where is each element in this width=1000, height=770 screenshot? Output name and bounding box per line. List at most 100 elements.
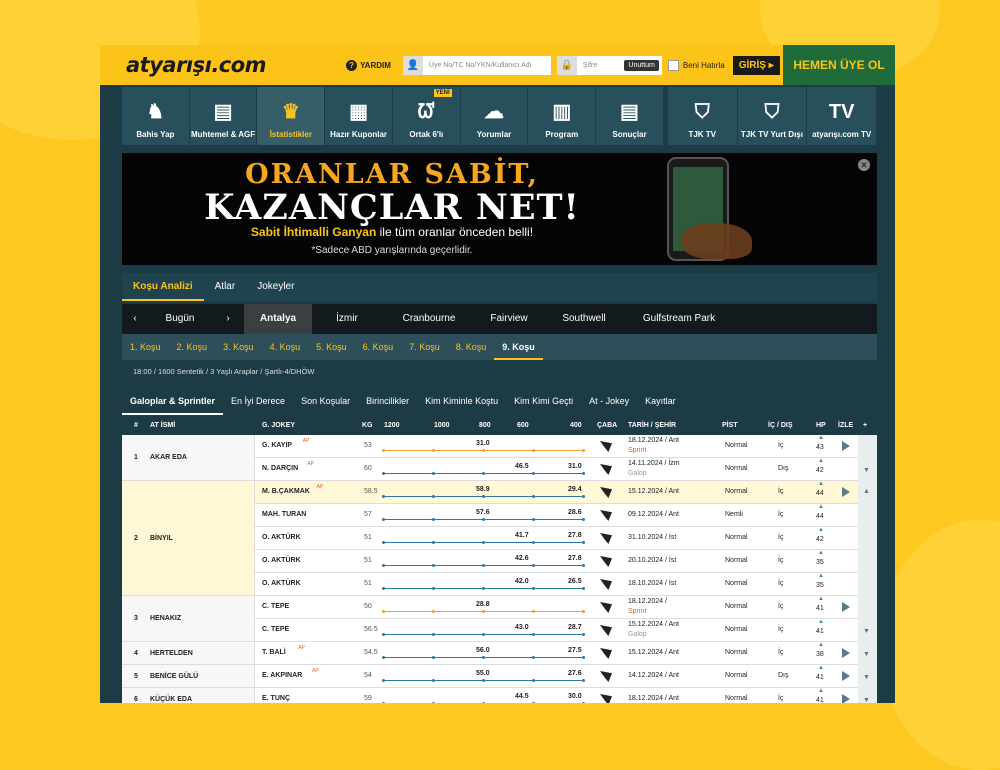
tab-city[interactable]: Cranbourne	[382, 304, 476, 334]
play-icon[interactable]	[842, 671, 850, 681]
split-dot	[432, 472, 435, 475]
tab-city[interactable]: İzmir	[312, 304, 382, 334]
tab-analysis[interactable]: Koşu Analizi	[122, 273, 204, 301]
jockey-name: E. AKPINAR	[262, 672, 303, 679]
banner-line1: ORANLAR SABİT,	[245, 159, 539, 190]
remember-label: Beni Hatırla	[682, 60, 725, 70]
hp-value: 35	[816, 582, 824, 589]
tab-stat[interactable]: Kim Kimi Geçti	[506, 387, 581, 415]
nav-label: İstatistikler	[269, 130, 312, 139]
chevron-down-icon[interactable]: ▼	[863, 628, 870, 635]
username-input[interactable]: 👤 Üye No/TC No/YKN/Kullanıcı Adı	[402, 55, 551, 75]
tab-analysis[interactable]: Atlar	[204, 273, 247, 301]
race-type: Galop	[628, 631, 647, 638]
tab-race[interactable]: 7. Koşu	[401, 334, 448, 360]
chevron-down-icon[interactable]: ▼	[863, 674, 870, 681]
play-icon[interactable]	[842, 694, 850, 703]
tab-stat[interactable]: Son Koşular	[293, 387, 358, 415]
nav-item[interactable]: ⛉ TJK TV	[667, 87, 737, 145]
nav-item[interactable]: ♛ İstatistikler	[257, 87, 325, 145]
tab-city[interactable]: Fairview	[476, 304, 542, 334]
race-date: 15.12.2024 / Ant	[628, 649, 679, 656]
nav-item[interactable]: ▥ Program	[528, 87, 596, 145]
tab-analysis[interactable]: Jokeyler	[246, 273, 305, 301]
split-dot	[482, 495, 485, 498]
password-input[interactable]: 🔒 Şifre Unuttum	[556, 55, 662, 75]
tab-stat[interactable]: At - Jokey	[581, 387, 637, 415]
nav-icon: ▦	[349, 101, 369, 123]
tab-race[interactable]: 1. Koşu	[122, 334, 169, 360]
effort-icon	[600, 671, 612, 682]
horse-name[interactable]: HERTELDEN	[150, 650, 193, 657]
tab-stat[interactable]: En İyi Derece	[223, 387, 293, 415]
next-day-button[interactable]: ›	[212, 304, 244, 334]
login-button[interactable]: GİRİŞ ▸	[732, 55, 780, 75]
weight-value: 58.5	[364, 488, 378, 495]
close-icon[interactable]: ✕	[858, 159, 870, 171]
tab-race[interactable]: 3. Koşu	[215, 334, 262, 360]
browser-frame: atyarışı.com ? YARDIM 👤 Üye No/TC No/YKN/K…	[100, 45, 895, 703]
promo-banner[interactable]: ORANLAR SABİT, KAZANÇLAR NET! Sabit İhti…	[122, 153, 877, 265]
nav-icon: ⛉	[694, 101, 710, 123]
nav-item[interactable]: ᘺ Ortak 6'lı YENİ	[392, 87, 460, 145]
horse-name[interactable]: BİNYIL	[150, 535, 173, 542]
expand-column[interactable]: ▼	[858, 665, 877, 688]
horse-name[interactable]: BENİCE GÜLÜ	[150, 673, 198, 680]
chevron-down-icon[interactable]: ▼	[863, 651, 870, 658]
ap-badge: AP	[298, 645, 305, 651]
tab-stat[interactable]: Kim Kiminle Koştu	[417, 387, 506, 415]
nav-item[interactable]: ▦ Hazır Kuponlar	[325, 87, 392, 145]
split-dot	[432, 449, 435, 452]
split-dot	[432, 541, 435, 544]
weight-value: 51	[364, 580, 372, 587]
tab-city[interactable]: Gulfstream Park	[626, 304, 732, 334]
horse-name[interactable]: AKAR EDA	[150, 454, 187, 461]
play-icon[interactable]	[842, 487, 850, 497]
split-400: 30.0	[568, 693, 582, 700]
register-button[interactable]: HEMEN ÜYE OL	[783, 45, 895, 85]
site-logo[interactable]: atyarışı.com	[126, 53, 267, 77]
chevron-up-icon[interactable]: ▲	[863, 488, 870, 495]
tab-race[interactable]: 8. Koşu	[448, 334, 495, 360]
tab-race[interactable]: 6. Koşu	[355, 334, 402, 360]
horse-number: 3	[134, 615, 138, 622]
tab-stat[interactable]: Galoplar & Sprintler	[122, 387, 224, 415]
tab-stat[interactable]: Kayıtlar	[637, 387, 684, 415]
table-header: # AT İSMİ G. JOKEY KG 1200 1000 800 600 …	[122, 418, 877, 435]
split-dot	[532, 564, 535, 567]
prev-day-button[interactable]: ‹	[122, 304, 148, 334]
tab-race[interactable]: 2. Koşu	[169, 334, 216, 360]
nav-item[interactable]: ♞ Bahis Yap	[122, 87, 189, 145]
nav-item[interactable]: ▤ Muhtemel & AGF	[189, 87, 257, 145]
expand-column[interactable]: ▼	[858, 688, 877, 703]
hp-trend-icon: ▲	[818, 573, 824, 579]
tab-race[interactable]: 4. Koşu	[262, 334, 309, 360]
tab-race[interactable]: 5. Koşu	[308, 334, 355, 360]
tab-city[interactable]: Southwell	[542, 304, 626, 334]
help-link[interactable]: ? YARDIM	[346, 59, 391, 71]
nav-item[interactable]: ⛉ TJK TV Yurt Dışı	[737, 87, 807, 145]
horse-name[interactable]: HENAKIZ	[150, 615, 181, 622]
nav-item[interactable]: ☁ Yorumlar	[460, 87, 528, 145]
chevron-down-icon[interactable]: ▼	[863, 697, 870, 703]
expand-column[interactable]: ▼	[858, 596, 877, 642]
split-dot	[532, 656, 535, 659]
chevron-down-icon[interactable]: ▼	[863, 467, 870, 474]
remember-checkbox[interactable]	[667, 59, 679, 71]
split-dot	[482, 564, 485, 567]
play-icon[interactable]	[842, 441, 850, 451]
track-condition: Normal	[725, 488, 748, 495]
tab-stat[interactable]: Birincilikler	[358, 387, 417, 415]
tab-race[interactable]: 9. Koşu	[494, 334, 543, 360]
effort-icon	[600, 602, 612, 613]
forgot-button[interactable]: Unuttum	[624, 59, 659, 71]
play-icon[interactable]	[842, 648, 850, 658]
expand-column[interactable]: ▲	[858, 481, 877, 596]
expand-column[interactable]: ▼	[858, 642, 877, 665]
nav-item[interactable]: TV atyarışı.com TV	[807, 87, 877, 145]
horse-name[interactable]: KÜÇÜK EDA	[150, 696, 192, 703]
play-icon[interactable]	[842, 602, 850, 612]
tab-city[interactable]: Antalya	[244, 304, 312, 334]
expand-column[interactable]: ▼	[858, 435, 877, 481]
nav-item[interactable]: ▤ Sonuçlar	[596, 87, 663, 145]
